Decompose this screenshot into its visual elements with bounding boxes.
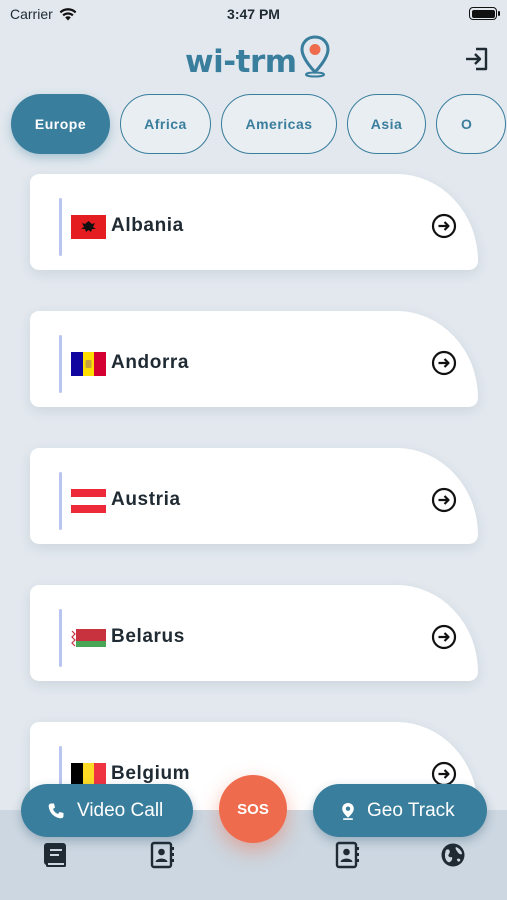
tab-africa[interactable]: Africa <box>120 94 211 154</box>
video-call-label: Video Call <box>77 799 164 821</box>
location-pin-icon <box>300 35 330 78</box>
card-accent-bar <box>59 198 62 256</box>
video-call-button[interactable]: Video Call <box>21 784 193 837</box>
belarus-flag <box>71 629 106 647</box>
contacts-icon[interactable] <box>334 841 360 869</box>
country-list: Albania Andorra Austria Belarus Belgium <box>30 174 478 859</box>
phone-icon <box>48 803 64 818</box>
country-card-austria[interactable]: Austria <box>30 448 478 544</box>
logout-icon[interactable] <box>463 45 491 73</box>
tab-asia[interactable]: Asia <box>347 94 426 154</box>
tab-oceania[interactable]: O <box>436 94 506 154</box>
tab-americas[interactable]: Americas <box>221 94 337 154</box>
battery-icon <box>469 7 500 20</box>
card-accent-bar <box>59 472 62 530</box>
location-pin-icon <box>342 802 354 820</box>
country-name: Austria <box>111 489 181 510</box>
book-icon[interactable] <box>42 841 68 869</box>
geo-track-button[interactable]: Geo Track <box>313 784 487 837</box>
status-bar: Carrier 3:47 PM <box>0 0 507 28</box>
status-time: 3:47 PM <box>227 6 280 22</box>
contacts-icon[interactable] <box>149 841 175 869</box>
country-name: Albania <box>111 215 184 236</box>
country-name: Belarus <box>111 626 185 647</box>
arrow-right-circle-icon[interactable] <box>431 487 457 513</box>
region-tabs: Europe Africa Americas Asia O <box>11 94 506 154</box>
card-accent-bar <box>59 609 62 667</box>
tab-europe[interactable]: Europe <box>11 94 110 154</box>
logo-text: wi-trm <box>185 44 297 80</box>
geo-track-label: Geo Track <box>367 799 455 821</box>
andorra-flag <box>71 352 106 376</box>
arrow-right-circle-icon[interactable] <box>431 350 457 376</box>
app-logo: wi-trm <box>185 35 331 82</box>
country-card-belarus[interactable]: Belarus <box>30 585 478 681</box>
globe-icon[interactable] <box>440 841 466 869</box>
country-name: Andorra <box>111 352 190 373</box>
arrow-right-circle-icon[interactable] <box>431 624 457 650</box>
sos-button[interactable]: SOS <box>219 775 287 843</box>
country-card-andorra[interactable]: Andorra <box>30 311 478 407</box>
country-card-albania[interactable]: Albania <box>30 174 478 270</box>
arrow-right-circle-icon[interactable] <box>431 213 457 239</box>
card-accent-bar <box>59 335 62 393</box>
austria-flag <box>71 489 106 513</box>
country-name: Belgium <box>111 763 191 784</box>
albania-flag <box>71 215 106 239</box>
